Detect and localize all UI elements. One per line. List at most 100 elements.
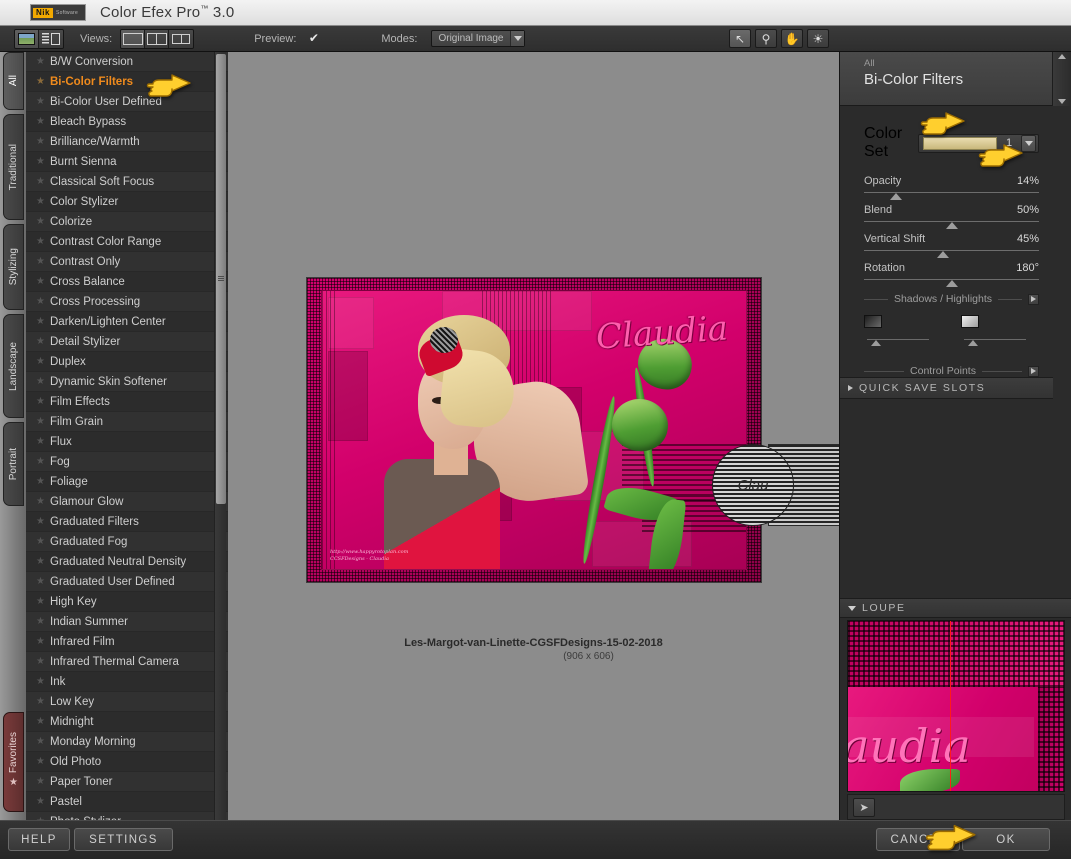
- slider-track[interactable]: [864, 192, 1039, 200]
- highlights-slider-track[interactable]: [963, 339, 1026, 347]
- favorite-star-icon[interactable]: ★: [36, 116, 50, 127]
- settings-button[interactable]: SETTINGS: [74, 828, 173, 851]
- favorite-star-icon[interactable]: ★: [36, 196, 50, 207]
- filter-list-item[interactable]: ★ Bi-Color Filters: [26, 72, 228, 92]
- filter-list-item[interactable]: ★ Colorize: [26, 212, 228, 232]
- filter-list-item[interactable]: ★ Graduated Fog: [26, 532, 228, 552]
- favorite-star-icon[interactable]: ★: [36, 516, 50, 527]
- favorite-star-icon[interactable]: ★: [36, 336, 50, 347]
- ok-button[interactable]: OK: [962, 828, 1050, 851]
- favorite-star-icon[interactable]: ★: [36, 416, 50, 427]
- filter-list-item[interactable]: ★ Graduated Neutral Density: [26, 552, 228, 572]
- filter-list-item[interactable]: ★Photo Stylizer: [26, 812, 228, 820]
- favorite-star-icon[interactable]: ★: [36, 536, 50, 547]
- shadows-swatch-icon[interactable]: [864, 315, 882, 329]
- filter-list-item[interactable]: ★ Midnight: [26, 712, 228, 732]
- loupe-pin-button[interactable]: ➤: [853, 797, 875, 817]
- category-tab-landscape[interactable]: Landscape: [3, 314, 24, 418]
- filter-list-item[interactable]: ★ Bi-Color User Defined: [26, 92, 228, 112]
- help-button[interactable]: HELP: [8, 828, 70, 851]
- filter-list-item[interactable]: ★ Fog: [26, 452, 228, 472]
- filter-list-item[interactable]: ★ Indian Summer: [26, 612, 228, 632]
- view-mode-group[interactable]: [120, 28, 195, 49]
- color-set-chevron-down-icon[interactable]: [1021, 134, 1036, 152]
- filter-list-item[interactable]: ★ Classical Soft Focus: [26, 172, 228, 192]
- scroll-down-icon[interactable]: [1058, 99, 1066, 104]
- cursor-tool-button[interactable]: ↖: [729, 29, 751, 48]
- category-tab-stylizing[interactable]: Stylizing: [3, 224, 24, 310]
- filter-list-item[interactable]: ★ Ink: [26, 672, 228, 692]
- modes-dropdown[interactable]: Original Image: [431, 30, 526, 47]
- favorite-star-icon[interactable]: ★: [36, 636, 50, 647]
- favorite-star-icon[interactable]: ★: [36, 56, 50, 67]
- slider-opacity[interactable]: Opacity 14%: [864, 175, 1039, 200]
- favorites-tab[interactable]: Favorites ★: [3, 712, 24, 812]
- filter-list-item[interactable]: ★ Monday Morning: [26, 732, 228, 752]
- slider-thumb[interactable]: [889, 193, 902, 200]
- single-view-icon[interactable]: [121, 29, 146, 48]
- filter-list-item[interactable]: ★ Dynamic Skin Softener: [26, 372, 228, 392]
- panel-scrollbar[interactable]: [1052, 52, 1071, 106]
- shadows-highlights-expand-icon[interactable]: [1028, 293, 1039, 305]
- favorite-star-icon[interactable]: ★: [36, 256, 50, 267]
- view-toggle-group[interactable]: [14, 28, 64, 49]
- favorite-star-icon[interactable]: ★: [36, 616, 50, 627]
- side-by-side-view-icon[interactable]: [169, 29, 194, 48]
- filter-list-item[interactable]: ★ Bleach Bypass: [26, 112, 228, 132]
- favorite-star-icon[interactable]: ★: [36, 156, 50, 167]
- control-points-expand-icon[interactable]: [1028, 365, 1040, 377]
- filter-list-item[interactable]: ★ Infrared Thermal Camera: [26, 652, 228, 672]
- favorite-star-icon[interactable]: ★: [36, 496, 50, 507]
- preview-image-wrapper[interactable]: Claudia http://www.happyrotoplan.com CCS…: [306, 277, 762, 583]
- slider-blend[interactable]: Blend 50%: [864, 204, 1039, 229]
- slider-thumb[interactable]: [945, 280, 958, 287]
- filter-list[interactable]: ★ B/W Conversion ★ Bi-Color Filters ★ Bi-Colo…: [26, 52, 228, 820]
- filter-list-item[interactable]: ★ Graduated User Defined: [26, 572, 228, 592]
- favorite-star-icon[interactable]: ★: [36, 436, 50, 447]
- filter-list-item[interactable]: ★ Glamour Glow: [26, 492, 228, 512]
- favorite-star-icon[interactable]: ★: [36, 456, 50, 467]
- favorite-star-icon[interactable]: ★: [36, 376, 50, 387]
- preview-image[interactable]: Claudia http://www.happyrotoplan.com CCS…: [306, 277, 762, 583]
- color-set-selector[interactable]: 1: [918, 133, 1039, 153]
- filter-list-item[interactable]: ★ Contrast Color Range: [26, 232, 228, 252]
- slider-track[interactable]: [864, 279, 1039, 287]
- filter-list-item[interactable]: ★ Darken/Lighten Center: [26, 312, 228, 332]
- cancel-button[interactable]: CANCEL: [876, 828, 960, 851]
- favorite-star-icon[interactable]: ★: [36, 556, 50, 567]
- slider-thumb[interactable]: [936, 251, 949, 258]
- list-view-icon[interactable]: [39, 29, 63, 48]
- filter-list-item[interactable]: ★ Infrared Film: [26, 632, 228, 652]
- category-tab-all[interactable]: All: [3, 52, 24, 110]
- filter-list-scroll-thumb[interactable]: [216, 54, 226, 504]
- favorite-star-icon[interactable]: ★: [36, 216, 50, 227]
- favorite-star-icon[interactable]: ★: [36, 756, 50, 767]
- preview-checkbox[interactable]: ✔: [308, 32, 319, 44]
- favorite-star-icon[interactable]: ★: [36, 76, 50, 87]
- slider-track[interactable]: [864, 250, 1039, 258]
- color-set-swatch[interactable]: [923, 136, 997, 150]
- favorite-star-icon[interactable]: ★: [36, 176, 50, 187]
- category-tab-traditional[interactable]: Traditional: [3, 114, 24, 220]
- highlights-swatch-icon[interactable]: [960, 315, 979, 329]
- favorite-star-icon[interactable]: ★: [36, 96, 50, 107]
- favorite-star-icon[interactable]: ★: [36, 676, 50, 687]
- favorite-star-icon[interactable]: ★: [36, 136, 50, 147]
- favorite-star-icon[interactable]: ★: [36, 396, 50, 407]
- filter-list-scrollbar[interactable]: [214, 52, 226, 820]
- filter-list-item[interactable]: ★ Contrast Only: [26, 252, 228, 272]
- shadows-control[interactable]: [864, 313, 943, 349]
- zoom-tool-button[interactable]: ⚲: [755, 29, 777, 48]
- loupe-preview[interactable]: audia: [847, 620, 1065, 792]
- filter-list-item[interactable]: ★ B/W Conversion: [26, 52, 228, 72]
- slider-vertical-shift[interactable]: Vertical Shift 45%: [864, 233, 1039, 258]
- favorite-star-icon[interactable]: ★: [36, 316, 50, 327]
- favorite-star-icon[interactable]: ★: [36, 776, 50, 787]
- filter-list-item[interactable]: ★ Burnt Sienna: [26, 152, 228, 172]
- filter-list-item[interactable]: ★ High Key: [26, 592, 228, 612]
- favorite-star-icon[interactable]: ★: [36, 696, 50, 707]
- category-tab-portrait[interactable]: Portrait: [3, 422, 24, 506]
- slider-thumb[interactable]: [945, 222, 958, 229]
- favorite-star-icon[interactable]: ★: [36, 656, 50, 667]
- favorite-star-icon[interactable]: ★: [36, 576, 50, 587]
